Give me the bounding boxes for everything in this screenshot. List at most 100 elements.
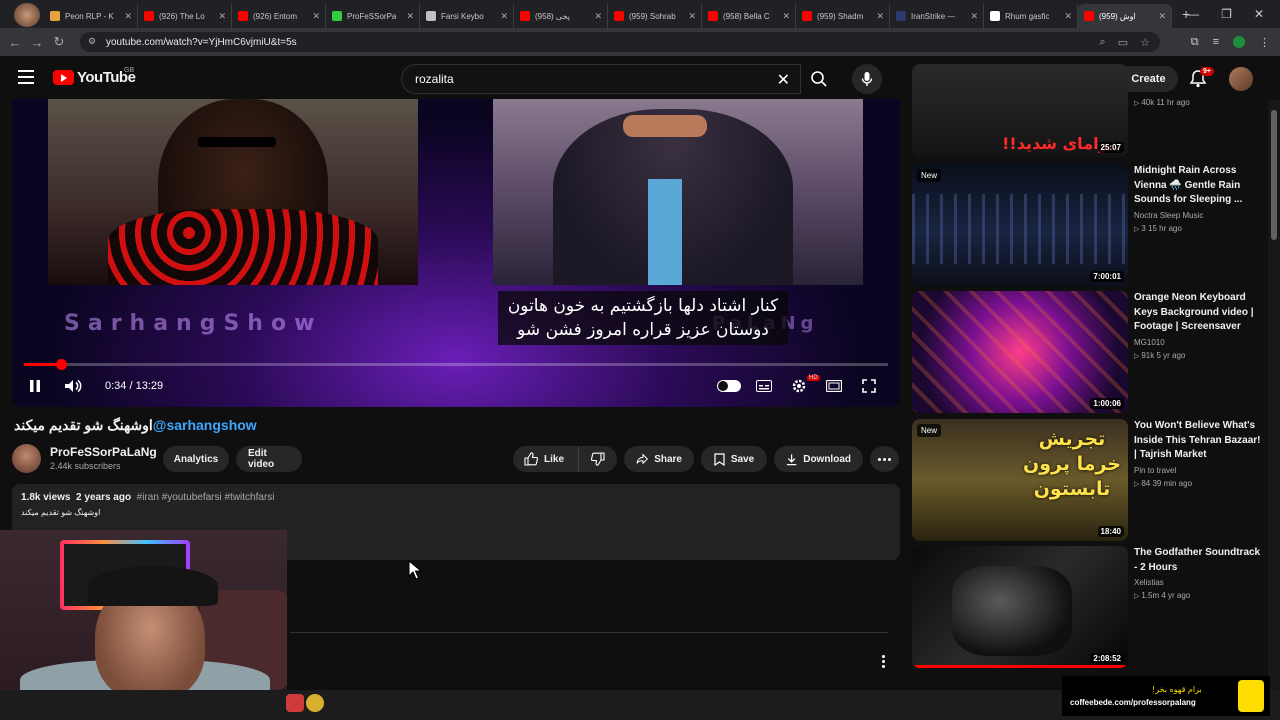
forward-icon[interactable]: → [26, 35, 48, 50]
recommended-video[interactable]: 1:00:06 Orange Neon Keyboard Keys Backgro… [912, 291, 1262, 413]
url-field[interactable]: ⚙ youtube.com/watch?v=YjHmC6vjmiU&t=5s ⌕… [80, 32, 1160, 52]
menu-hamburger-icon[interactable] [18, 70, 34, 84]
reload-icon[interactable]: ↻ [48, 34, 70, 50]
dislike-button[interactable] [579, 452, 617, 466]
winamp-icon[interactable] [306, 694, 324, 712]
recommended-channel-name[interactable]: Noctra Sleep Music [1134, 211, 1262, 220]
tab-close-icon[interactable]: ✕ [594, 11, 602, 22]
site-info-icon[interactable]: ⚙ [88, 36, 96, 47]
recommended-channel-name[interactable]: Xelistias [1134, 578, 1262, 587]
search-input[interactable]: rozalita ✕ [401, 64, 801, 94]
recommended-video[interactable]: 2:08:52 The Godfather Soundtrack - 2 Hour… [912, 546, 1262, 668]
tab-close-icon[interactable]: ✕ [500, 11, 508, 22]
browser-tab[interactable]: ProFeSSorPa ✕ [326, 4, 420, 28]
browser-tab[interactable]: (926) The Lo ✕ [138, 4, 232, 28]
tab-close-icon[interactable]: ✕ [970, 11, 978, 22]
pause-button[interactable] [28, 375, 42, 397]
browser-profile-avatar[interactable] [14, 3, 40, 27]
maximize-icon[interactable]: ❐ [1221, 7, 1232, 21]
profile-avatar-area[interactable] [0, 0, 44, 28]
back-icon[interactable]: ← [4, 35, 26, 50]
tab-favicon-icon [614, 11, 624, 21]
browser-tab[interactable]: (958) Bella C ✕ [702, 4, 796, 28]
tab-close-icon[interactable]: ✕ [218, 11, 226, 22]
more-dot [878, 457, 881, 461]
recommended-video-meta: ▷ 3 15 hr ago [1134, 224, 1262, 233]
tab-label: (959) Shadm [817, 11, 864, 21]
browser-tab[interactable]: Peon RLP - K ✕ [44, 4, 138, 28]
tab-close-icon[interactable]: ✕ [1158, 11, 1166, 22]
progress-bar[interactable] [24, 359, 888, 370]
browser-tab[interactable]: (958) پخی ✕ [514, 4, 608, 28]
like-button[interactable]: Like [513, 446, 579, 472]
video-thumbnail[interactable]: 2:08:52 [912, 546, 1128, 668]
video-thumbnail[interactable]: درامای شدید!! 25:07 [912, 64, 1128, 157]
tab-close-icon[interactable]: ✕ [876, 11, 884, 22]
page-scrollbar[interactable] [1268, 100, 1280, 690]
download-button[interactable]: Download [774, 446, 863, 472]
edit-video-button[interactable]: Edit video [236, 446, 302, 472]
video-player[interactable]: SarhangShow PaLaNg کنار اشتاد دلها بازگش… [12, 99, 900, 407]
more-actions-button[interactable] [870, 446, 899, 472]
autoplay-toggle[interactable] [717, 380, 741, 392]
extensions-icon[interactable]: ⧉ [1191, 36, 1199, 49]
video-thumbnail[interactable]: تجریش خرما پرون تابستون New 18:40 [912, 419, 1128, 541]
comment-more-icon[interactable] [882, 655, 885, 668]
recommended-video-title[interactable]: The Godfather Soundtrack - 2 Hours [1134, 546, 1262, 575]
view-count: 1.8k views [21, 492, 71, 503]
video-thumbnail[interactable]: New 7:00:01 [912, 164, 1128, 286]
taskbar-app-icon[interactable] [286, 694, 304, 712]
browser-tab[interactable]: (926) Entom ✕ [232, 4, 326, 28]
bookmark-star-icon[interactable]: ☆ [1140, 36, 1150, 49]
browser-tab[interactable]: IranStrike — ✕ [890, 4, 984, 28]
tab-close-icon[interactable]: ✕ [1064, 11, 1072, 22]
recommended-video[interactable]: تجریش خرما پرون تابستون New 18:40 You Won't… [912, 419, 1262, 541]
hashtags[interactable]: #iran #youtubefarsi #twitchfarsi [137, 492, 275, 503]
browser-tab[interactable]: (959) Sohrab ✕ [608, 4, 702, 28]
recommended-video-title[interactable]: Midnight Rain Across Vienna 🌧️ Gentle Ra… [1134, 164, 1262, 208]
voice-search-button[interactable] [852, 64, 882, 94]
recommended-channel-name[interactable]: MG1010 [1134, 338, 1262, 347]
zoom-icon[interactable]: ⌕ [1100, 36, 1106, 49]
tab-close-icon[interactable]: ✕ [782, 11, 790, 22]
browser-tab[interactable]: (959) Shadm ✕ [796, 4, 890, 28]
save-button[interactable]: Save [701, 446, 767, 472]
menu-kebab-icon[interactable]: ⋮ [1259, 36, 1270, 49]
close-window-icon[interactable]: ✕ [1254, 7, 1264, 21]
browser-tab[interactable]: Farsi Keybo ✕ [420, 4, 514, 28]
tab-favicon-icon [332, 11, 342, 21]
channel-name[interactable]: ProFeSSorPaLaNg [50, 445, 157, 459]
search-button[interactable] [800, 64, 838, 94]
tab-close-icon[interactable]: ✕ [406, 11, 414, 22]
recommended-video-title[interactable]: Orange Neon Keyboard Keys Background vid… [1134, 291, 1262, 335]
cast-icon[interactable]: ▭ [1118, 36, 1128, 49]
volume-button[interactable] [64, 375, 82, 397]
recommended-video-meta: ▷ 1.5m 4 yr ago [1134, 591, 1262, 600]
subtitles-button[interactable] [756, 375, 772, 397]
recommended-video-title[interactable]: You Won't Believe What's Inside This Teh… [1134, 419, 1262, 463]
theater-mode-button[interactable] [826, 375, 842, 397]
settings-button[interactable] [791, 375, 807, 397]
tab-close-icon[interactable]: ✕ [312, 11, 320, 22]
share-button[interactable]: Share [624, 446, 694, 472]
browser-tab[interactable]: (959) اوش ✕ [1078, 4, 1172, 28]
recommended-channel-name[interactable]: Pin to travel [1134, 466, 1262, 475]
tab-label: Peon RLP - K [65, 11, 114, 21]
tab-close-icon[interactable]: ✕ [688, 11, 696, 22]
profile-icon[interactable] [1233, 36, 1245, 48]
minimize-icon[interactable]: — [1187, 7, 1199, 21]
video-title-tag[interactable]: @sarhangshow [153, 417, 257, 433]
fullscreen-button[interactable] [862, 375, 876, 397]
channel-avatar[interactable] [12, 444, 41, 473]
download-icon [786, 453, 797, 465]
duration-badge: 25:07 [1097, 142, 1124, 153]
recommended-video[interactable]: New 7:00:01 Midnight Rain Across Vienna 🌧️… [912, 164, 1262, 286]
analytics-button[interactable]: Analytics [163, 446, 229, 472]
browser-tab[interactable]: Rhum gasfic ✕ [984, 4, 1078, 28]
clear-search-icon[interactable]: ✕ [777, 70, 790, 90]
video-thumbnail[interactable]: 1:00:06 [912, 291, 1128, 413]
coffee-banner[interactable]: برام قهوه بخر! coffeebede.com/professorp… [1062, 676, 1270, 716]
tab-close-icon[interactable]: ✕ [124, 11, 132, 22]
media-icon[interactable]: ≡ [1213, 36, 1219, 48]
scrollbar-thumb[interactable] [1271, 110, 1277, 240]
